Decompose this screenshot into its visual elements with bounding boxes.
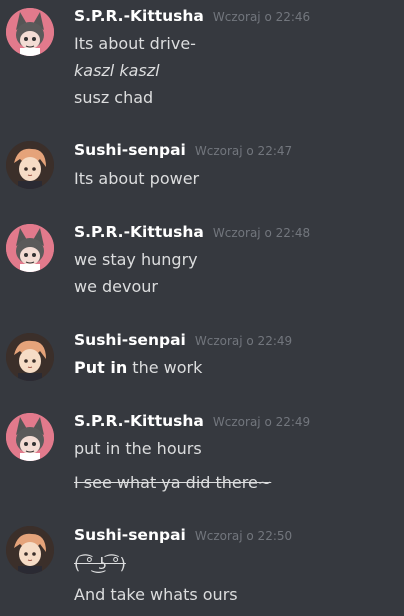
- author-name[interactable]: S.P.R.-Kittusha: [74, 223, 204, 241]
- avatar-kittusha[interactable]: [6, 8, 54, 56]
- username[interactable]: S.P.R.-Kittusha Wczoraj o 22:48: [74, 223, 310, 241]
- avatar-kittusha[interactable]: [6, 224, 54, 272]
- avatar-sushi[interactable]: [6, 141, 54, 189]
- message-text: kaszl kaszl: [74, 61, 160, 80]
- username[interactable]: Sushi-senpai Wczoraj o 22:47: [74, 141, 292, 159]
- author-name[interactable]: Sushi-senpai: [74, 141, 186, 159]
- author-name[interactable]: Sushi-senpai: [74, 331, 186, 349]
- message-text: we devour: [74, 277, 158, 296]
- cat-girl-avatar-icon: [6, 413, 54, 461]
- author-name[interactable]: S.P.R.-Kittusha: [74, 7, 204, 25]
- timestamp: Wczoraj o 22:50: [194, 529, 293, 543]
- username[interactable]: Sushi-senpai Wczoraj o 22:49: [74, 331, 292, 349]
- strikethrough-text: I see what ya did there~: [74, 473, 272, 492]
- timestamp: Wczoraj o 22:47: [194, 144, 293, 158]
- avatar-kittusha[interactable]: [6, 413, 54, 461]
- avatar-sushi[interactable]: [6, 333, 54, 381]
- avatar-sushi[interactable]: [6, 526, 54, 574]
- message-text: susz chad: [74, 88, 154, 107]
- message-text: we stay hungry: [74, 250, 198, 269]
- timestamp: Wczoraj o 22:49: [212, 415, 311, 429]
- username[interactable]: S.P.R.-Kittusha Wczoraj o 22:46: [74, 7, 310, 25]
- username[interactable]: Sushi-senpai Wczoraj o 22:50: [74, 526, 292, 544]
- author-name[interactable]: S.P.R.-Kittusha: [74, 412, 204, 430]
- anime-boy-avatar-icon: [6, 526, 54, 574]
- message-text: put in the hours: [74, 439, 202, 458]
- anime-boy-avatar-icon: [6, 333, 54, 381]
- bold-text: Put in: [74, 358, 128, 377]
- timestamp: Wczoraj o 22:48: [212, 226, 311, 240]
- strikethrough-text: ( ͡° ͜ʖ ͡°): [74, 554, 126, 573]
- author-name[interactable]: Sushi-senpai: [74, 526, 186, 544]
- message-text: Its about power: [74, 169, 200, 188]
- anime-boy-avatar-icon: [6, 141, 54, 189]
- message-text: Its about drive-: [74, 34, 196, 53]
- message-text: Put in the work: [74, 358, 202, 378]
- timestamp: Wczoraj o 22:49: [194, 334, 293, 348]
- cat-girl-avatar-icon: [6, 8, 54, 56]
- cat-girl-avatar-icon: [6, 224, 54, 272]
- plain-text: the work: [127, 358, 203, 377]
- timestamp: Wczoraj o 22:46: [212, 10, 311, 24]
- username[interactable]: S.P.R.-Kittusha Wczoraj o 22:49: [74, 412, 310, 430]
- message-text: And take whats ours: [74, 585, 238, 604]
